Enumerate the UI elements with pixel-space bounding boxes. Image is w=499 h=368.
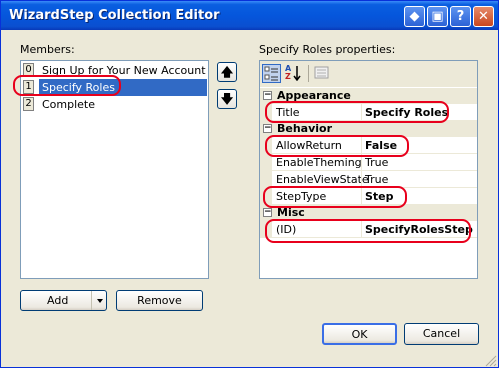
property-grid[interactable]: A Z − Appearance Title Specify Roles − B… (259, 60, 478, 279)
property-name: EnableViewState (276, 173, 369, 186)
property-name: AllowReturn (276, 139, 342, 152)
collapse-icon[interactable]: − (263, 208, 272, 217)
maximize-icon[interactable]: ▣ (427, 6, 448, 27)
alphabetical-icon[interactable]: A Z (284, 64, 303, 83)
row-gutter (260, 154, 272, 171)
categorized-icon[interactable] (262, 64, 281, 83)
properties-label: Specify Roles properties: (259, 43, 396, 56)
close-icon[interactable]: ✕ (473, 6, 494, 27)
member-label: Sign Up for Your New Account (42, 64, 206, 77)
toolbar-separator (308, 65, 309, 82)
member-index: 2 (23, 97, 34, 111)
split-divider (91, 291, 92, 310)
members-label: Members: (20, 43, 75, 56)
add-button[interactable]: Add (20, 290, 107, 311)
collapse-icon[interactable]: − (263, 91, 272, 100)
move-up-button[interactable]: 🡅 (217, 62, 237, 82)
column-divider (361, 104, 362, 121)
dialog-window: WizardStep Collection Editor ◆ ▣ ? ✕ Mem… (0, 0, 499, 368)
property-name: Title (276, 106, 300, 119)
list-item[interactable]: 0 Sign Up for Your New Account (22, 62, 207, 79)
arrow-down-icon: 🡇 (220, 92, 234, 106)
property-value[interactable]: True (365, 173, 388, 186)
list-item[interactable]: 1 Specify Roles (22, 79, 207, 96)
category-behavior[interactable]: − Behavior (260, 121, 477, 137)
property-value[interactable]: Specify Roles (365, 106, 448, 119)
row-gutter (260, 137, 272, 154)
column-divider (361, 188, 362, 205)
resize-grip-icon[interactable] (485, 355, 497, 367)
remove-button[interactable]: Remove (116, 290, 203, 311)
property-name: EnableTheming (276, 156, 362, 169)
category-label: Behavior (277, 122, 333, 135)
ok-button[interactable]: OK (322, 323, 397, 345)
property-row-id[interactable]: (ID) SpecifyRolesStep (260, 221, 477, 238)
property-row-enableviewstate[interactable]: EnableViewState True (260, 171, 477, 188)
move-down-button[interactable]: 🡇 (217, 89, 237, 109)
members-list[interactable]: 0 Sign Up for Your New Account 1 Specify… (20, 60, 209, 279)
category-label: Misc (277, 206, 305, 219)
property-toolbar: A Z (260, 61, 477, 87)
property-value[interactable]: True (365, 156, 388, 169)
member-label: Complete (42, 98, 96, 111)
column-divider (361, 154, 362, 171)
row-gutter (260, 171, 272, 188)
property-value[interactable]: SpecifyRolesStep (365, 223, 473, 236)
property-pages-icon[interactable] (313, 64, 332, 83)
property-name: (ID) (276, 223, 297, 236)
restore-icon[interactable]: ◆ (404, 6, 425, 27)
property-value[interactable]: False (365, 139, 397, 152)
row-gutter (260, 104, 272, 121)
property-row-title[interactable]: Title Specify Roles (260, 104, 477, 121)
row-gutter (260, 188, 272, 205)
column-divider (361, 137, 362, 154)
column-divider (361, 221, 362, 238)
arrow-up-icon: 🡅 (220, 65, 234, 79)
property-row-allowreturn[interactable]: AllowReturn False (260, 137, 477, 154)
member-label: Specify Roles (39, 79, 207, 96)
dropdown-arrow-icon[interactable] (97, 299, 103, 303)
category-label: Appearance (277, 89, 351, 102)
az-letter-z: Z (285, 72, 291, 81)
cancel-button[interactable]: Cancel (404, 323, 479, 345)
member-index: 0 (23, 63, 34, 77)
property-row-steptype[interactable]: StepType Step (260, 188, 477, 205)
help-icon[interactable]: ? (450, 6, 471, 27)
title-bar[interactable]: WizardStep Collection Editor ◆ ▣ ? ✕ (1, 1, 498, 30)
column-divider (361, 171, 362, 188)
property-name: StepType (276, 190, 327, 203)
row-gutter (260, 221, 272, 238)
list-item[interactable]: 2 Complete (22, 96, 207, 113)
property-value[interactable]: Step (365, 190, 394, 203)
add-button-label: Add (47, 294, 69, 307)
category-appearance[interactable]: − Appearance (260, 88, 477, 104)
member-index: 1 (23, 80, 34, 94)
category-misc[interactable]: − Misc (260, 205, 477, 221)
collapse-icon[interactable]: − (263, 124, 272, 133)
window-title: WizardStep Collection Editor (9, 8, 220, 23)
property-row-enabletheming[interactable]: EnableTheming True (260, 154, 477, 171)
